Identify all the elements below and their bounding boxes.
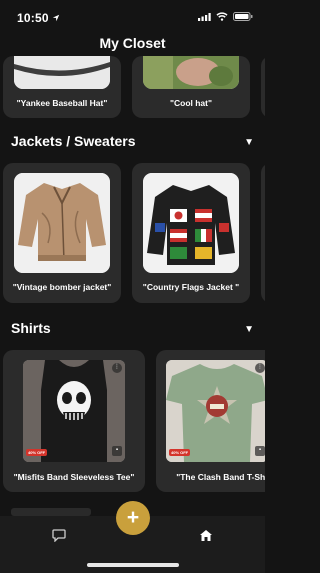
cellular-signal-icon [198, 12, 211, 21]
item-label: "Yankee Baseball Hat" [16, 98, 108, 108]
item-image [143, 56, 239, 89]
item-menu-icon[interactable]: ⋮ [112, 363, 122, 373]
jackets-row[interactable]: "Vintage bomber jacket" "Country Flags J… [3, 163, 265, 303]
item-label: "The Clash Band T-Shirt" [176, 472, 265, 482]
shirts-collapse-toggle[interactable]: ▼ [244, 324, 254, 335]
item-image [14, 173, 110, 273]
home-icon[interactable] [199, 529, 213, 542]
closet-content[interactable]: "Yankee Baseball Hat" "Cool hat" Jackets… [0, 56, 265, 516]
sale-badge: 40% OFF [169, 449, 191, 456]
item-menu-icon[interactable]: ⋮ [255, 363, 265, 373]
closet-item-card[interactable]: 40% OFF ⋮ ▪ "The Clash Band T-Shirt" [156, 350, 265, 492]
item-label: "Misfits Band Sleeveless Tee" [13, 472, 135, 482]
item-image [14, 56, 110, 89]
status-time: 10:50 [17, 11, 49, 25]
sale-badge: 40% OFF [26, 449, 48, 456]
closet-item-card[interactable]: "Yankee Baseball Hat" [3, 56, 121, 118]
item-label: "Cool hat" [169, 98, 213, 108]
status-time-group: 10:50 [17, 11, 60, 25]
item-image [143, 173, 239, 273]
bookmark-icon[interactable]: ▪ [255, 446, 265, 456]
section-title-shirts: Shirts [11, 320, 51, 336]
closet-item-card-partial[interactable] [261, 163, 265, 303]
status-icons [198, 12, 253, 21]
next-section-peek [11, 508, 91, 516]
add-item-button[interactable]: + [116, 501, 150, 535]
bookmark-icon[interactable]: ▪ [112, 446, 122, 456]
closet-item-card[interactable]: "Cool hat" [132, 56, 250, 118]
closet-item-card[interactable]: "Country Flags Jacket " [132, 163, 250, 303]
item-image: 40% OFF ⋮ ▪ [166, 360, 265, 462]
jackets-collapse-toggle[interactable]: ▼ [244, 137, 254, 148]
home-indicator [87, 563, 179, 567]
chat-bubble-icon[interactable] [52, 529, 66, 542]
closet-item-card[interactable]: 40% OFF ⋮ ▪ "Misfits Band Sleeveless Tee… [3, 350, 145, 492]
shirts-row[interactable]: 40% OFF ⋮ ▪ "Misfits Band Sleeveless Tee… [3, 350, 265, 492]
plus-icon: + [126, 506, 140, 529]
location-arrow-icon [52, 14, 59, 22]
item-label: "Vintage bomber jacket" [12, 282, 112, 292]
hats-row[interactable]: "Yankee Baseball Hat" "Cool hat" [0, 56, 265, 118]
section-title-jackets: Jackets / Sweaters [11, 133, 136, 149]
item-image: 40% OFF ⋮ ▪ [23, 360, 125, 462]
status-bar: 10:50 [0, 0, 265, 34]
page-header: My Closet [0, 34, 265, 56]
battery-icon [233, 12, 253, 21]
page-title: My Closet [99, 35, 166, 51]
item-label: "Country Flags Jacket " [142, 282, 240, 292]
closet-item-card-partial[interactable] [261, 56, 265, 118]
closet-item-card[interactable]: "Vintage bomber jacket" [3, 163, 121, 303]
wifi-icon [216, 12, 228, 21]
